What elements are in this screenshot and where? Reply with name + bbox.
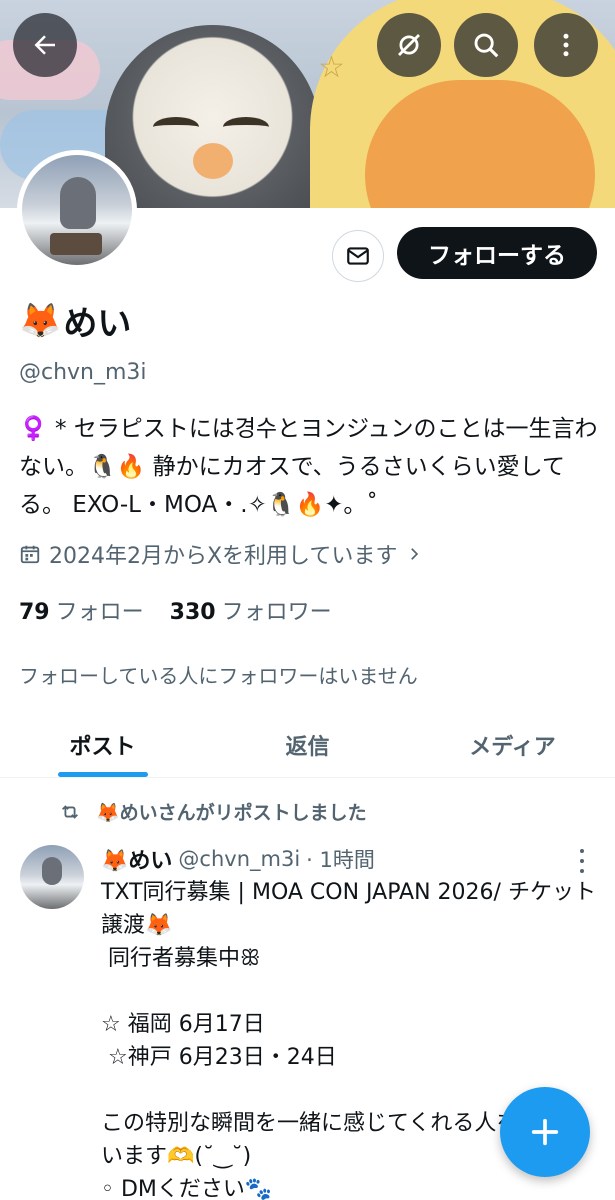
follow-stats: 79 フォロー 330 フォロワー	[19, 594, 332, 626]
penguin-eye	[153, 117, 199, 137]
star-decoration: ☆	[318, 50, 345, 85]
mail-icon	[347, 247, 369, 265]
post-author-handle: @chvn_m3i	[178, 847, 301, 871]
more-dot	[580, 849, 584, 853]
followers-label: フォロワー	[221, 600, 332, 625]
avatar-base	[50, 233, 102, 255]
join-date[interactable]: 2024年2月からXを利用しています	[19, 538, 423, 570]
penguin-beak	[193, 143, 233, 179]
followers-count: 330	[169, 600, 216, 625]
follow-button[interactable]: フォローする	[397, 227, 597, 279]
repost-indicator: 🦊めいさんがリポストしました	[58, 798, 367, 825]
avatar-figure	[60, 177, 96, 229]
profile-bio: ♀️ * セラピストには경수とヨンジュンのことは一生言わない。🐧🔥 静かにカオス…	[19, 416, 598, 518]
mute-button[interactable]	[377, 13, 441, 77]
post-header: 🦊めい @chvn_m3i · 1時間	[101, 843, 375, 875]
fox-face	[365, 80, 595, 208]
penguin-eye	[223, 117, 269, 137]
banner-penguin-plush	[105, 25, 320, 208]
slashed-circle-icon	[398, 34, 420, 56]
following-link[interactable]: 79 フォロー	[19, 594, 144, 626]
search-button[interactable]	[454, 13, 518, 77]
tab-posts[interactable]: ポスト	[0, 712, 205, 777]
message-button[interactable]	[332, 230, 384, 282]
calendar-icon	[20, 545, 40, 564]
display-name: 🦊 めい	[19, 296, 131, 345]
profile-avatar[interactable]	[17, 150, 137, 270]
followers-link[interactable]: 330 フォロワー	[170, 594, 332, 626]
search-icon	[474, 33, 499, 58]
user-handle: @chvn_m3i	[19, 360, 147, 385]
tab-label: 返信	[285, 734, 330, 760]
following-count: 79	[19, 600, 50, 625]
more-dot	[580, 859, 584, 863]
following-label: フォロー	[55, 600, 144, 625]
compose-post-button[interactable]	[500, 1087, 590, 1177]
tab-media[interactable]: メディア	[410, 712, 615, 777]
post-author-avatar[interactable]	[20, 845, 84, 909]
join-date-text: 2024年2月からXを利用しています	[49, 544, 398, 569]
profile-tabs: ポスト 返信 メディア	[0, 712, 615, 778]
fox-emoji: 🦊	[19, 300, 62, 341]
tab-label: メディア	[469, 734, 556, 760]
active-tab-indicator	[57, 772, 148, 777]
repost-text: 🦊めいさんがリポストしました	[96, 802, 367, 824]
more-options-button[interactable]	[534, 13, 598, 77]
tab-replies[interactable]: 返信	[205, 712, 410, 777]
post-more-button[interactable]	[572, 846, 592, 876]
tab-label: ポスト	[69, 734, 136, 760]
back-button[interactable]	[13, 13, 77, 77]
post-author-name[interactable]: 🦊めい	[101, 843, 172, 875]
plus-icon	[531, 1118, 559, 1146]
mutual-followers-note: フォローしている人にフォロワーはいません	[19, 664, 418, 688]
arrow-left-icon	[34, 35, 55, 55]
repost-icon	[62, 804, 78, 819]
avatar-figure	[42, 857, 62, 885]
more-vertical-icon	[563, 33, 569, 57]
post-time: · 1時間	[306, 848, 375, 872]
display-name-text: めい	[63, 304, 132, 344]
more-dot	[580, 869, 584, 873]
chevron-right-icon	[411, 548, 419, 560]
